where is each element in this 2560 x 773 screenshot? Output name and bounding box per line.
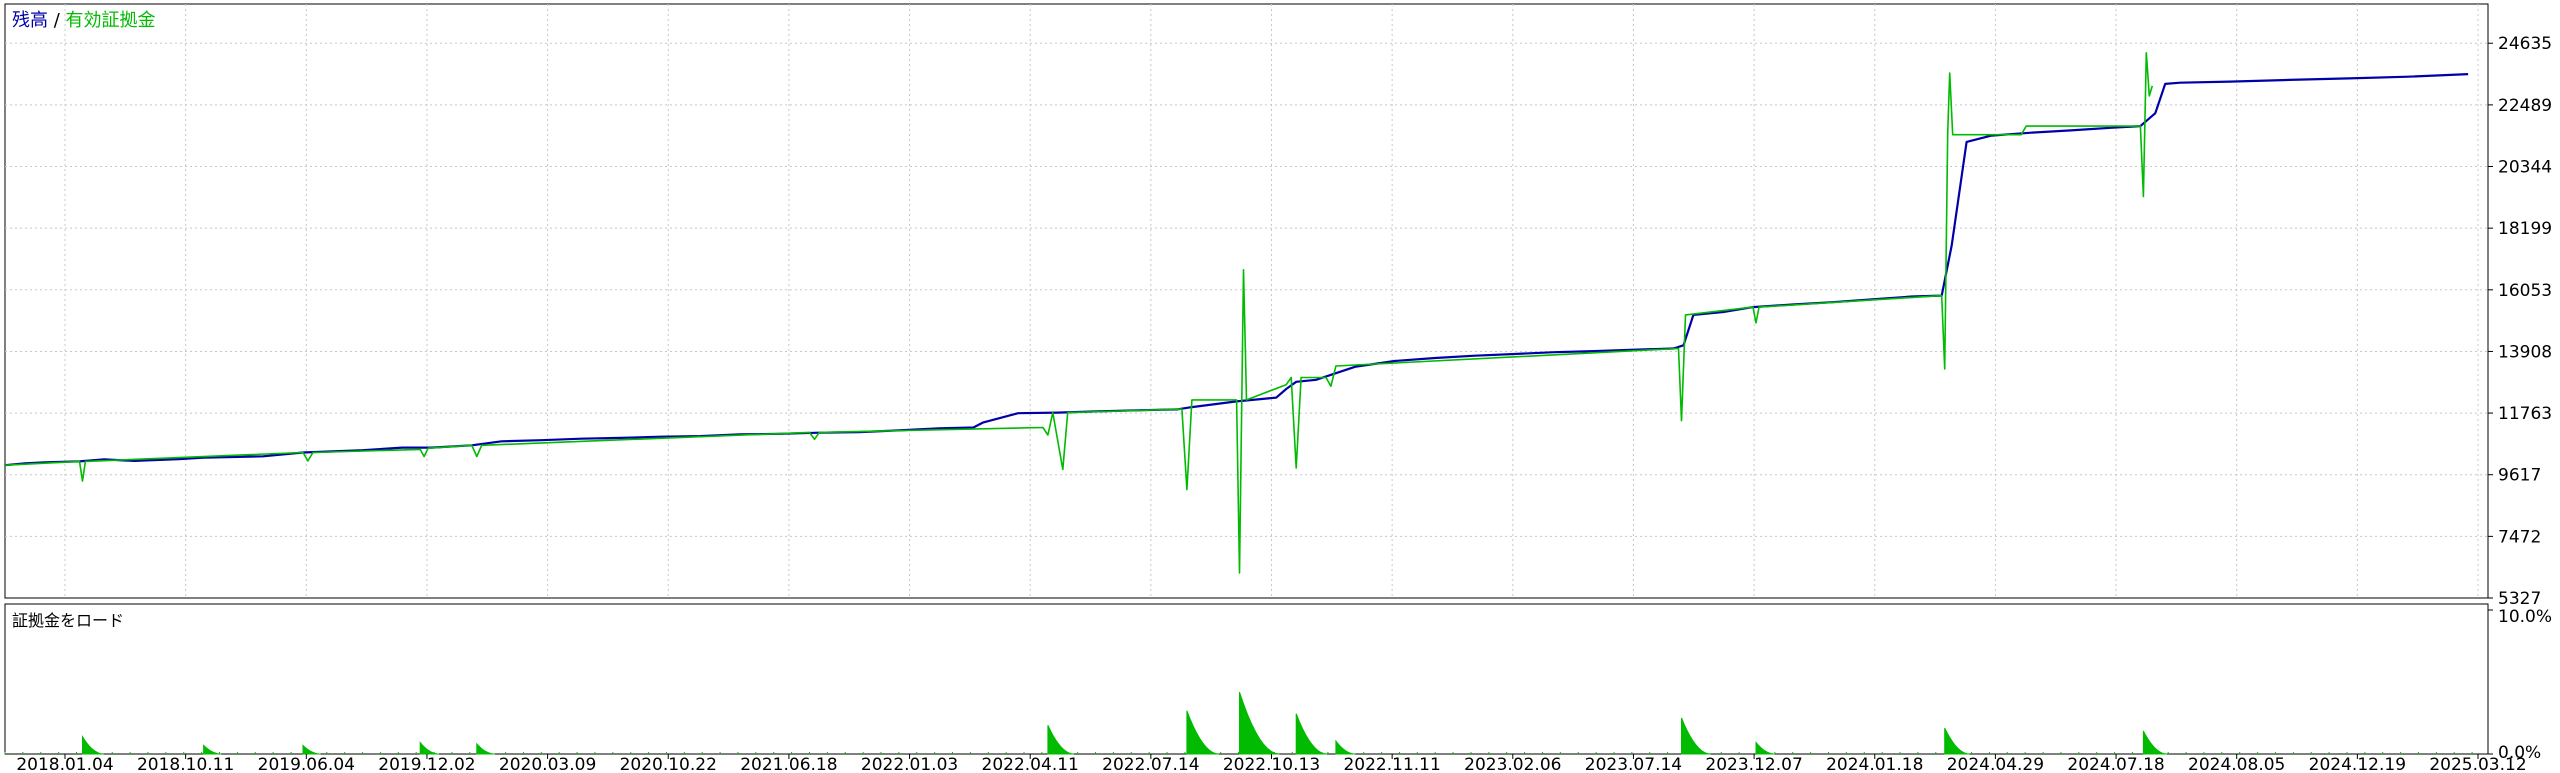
main-y-tick-label: 16053 — [2498, 281, 2552, 301]
x-tick-label: 2022.04.11 — [982, 755, 1079, 773]
x-tick-label: 2022.07.14 — [1102, 755, 1199, 773]
legend: 残高 / 有効証拠金 — [12, 10, 156, 31]
chart: 24635 22489 20344 18199 16053 13908 11763 9617 7… — [4, 3, 2552, 773]
legend-balance: 残高 — [12, 10, 48, 31]
x-tick-label: 2023.07.14 — [1585, 755, 1682, 773]
main-y-tick-label: 13908 — [2498, 342, 2552, 362]
x-tick-label: 2022.11.11 — [1343, 755, 1440, 773]
sub-y-tick-label: 10.0% — [2498, 607, 2552, 627]
x-tick-label: 2022.01.03 — [861, 755, 958, 773]
x-tick-label: 2020.03.09 — [499, 755, 596, 773]
x-tick-label: 2025.03.12 — [2429, 755, 2526, 773]
x-tick-label: 2024.12.19 — [2309, 755, 2406, 773]
x-axis: 2018.01.04 2018.10.11 2019.06.04 2019.12.02… — [16, 754, 2527, 773]
main-y-tick-label: 18199 — [2498, 219, 2552, 239]
main-y-tick-label: 24635 — [2498, 34, 2552, 54]
x-tick-label: 2023.12.07 — [1705, 755, 1802, 773]
main-y-tick-label: 22489 — [2498, 96, 2552, 116]
legend-separator: / — [48, 10, 66, 31]
balance-equity-panel: 24635 22489 20344 18199 16053 13908 11763 9617 7… — [4, 3, 2552, 609]
main-y-tick-label: 9617 — [2498, 466, 2541, 486]
main-y-tick-label: 7472 — [2498, 527, 2541, 547]
x-tick-label: 2024.01.18 — [1826, 755, 1923, 773]
legend-equity: 有効証拠金 — [66, 10, 156, 31]
x-tick-label: 2020.10.22 — [620, 755, 717, 773]
x-tick-label: 2019.12.02 — [378, 755, 475, 773]
main-y-tick-label: 20344 — [2498, 158, 2552, 178]
x-tick-label: 2024.07.18 — [2067, 755, 2164, 773]
x-tick-label: 2021.06.18 — [740, 755, 837, 773]
x-tick-label: 2024.04.29 — [1947, 755, 2044, 773]
margin-load-panel: 証拠金をロード 10.0%0.0% — [4, 603, 2552, 763]
main-y-tick-label: 5327 — [2498, 589, 2541, 609]
x-tick-label: 2019.06.04 — [258, 755, 355, 773]
x-tick-label: 2022.10.13 — [1223, 755, 1320, 773]
main-y-tick-label: 11763 — [2498, 404, 2552, 424]
x-tick-label: 2023.02.06 — [1464, 755, 1561, 773]
sub-panel-label: 証拠金をロード — [12, 611, 124, 630]
x-tick-label: 2018.01.04 — [16, 755, 113, 773]
x-tick-label: 2018.10.11 — [137, 755, 234, 773]
x-tick-label: 2024.08.05 — [2188, 755, 2285, 773]
